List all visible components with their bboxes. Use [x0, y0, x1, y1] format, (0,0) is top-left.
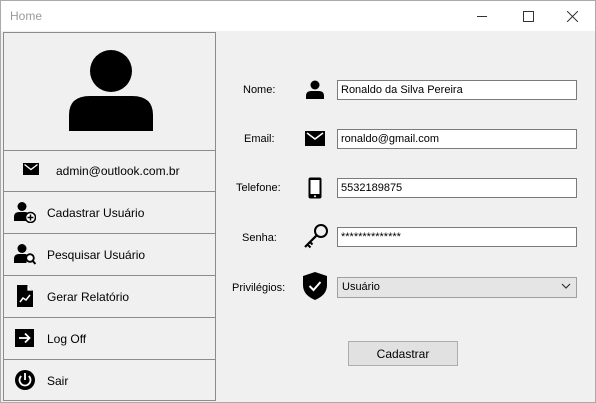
main-window: Home admin@outlook.com.br Cadastrar Usuá… [0, 0, 596, 403]
nav-pesquisar-usuario[interactable]: Pesquisar Usuário [4, 234, 215, 276]
window-title: Home [10, 9, 43, 23]
user-email: admin@outlook.com.br [56, 164, 180, 178]
nav-gerar-relatorio[interactable]: Gerar Relatório [4, 276, 215, 318]
add-user-icon [14, 202, 36, 223]
maximize-button[interactable] [505, 1, 551, 31]
search-user-icon [14, 244, 36, 265]
nav-label: Log Off [47, 332, 87, 346]
person-icon [306, 80, 324, 99]
minimize-button[interactable] [459, 1, 505, 31]
key-icon [304, 224, 328, 249]
nav-label: Pesquisar Usuário [47, 248, 146, 262]
nav-cadastrar-usuario[interactable]: Cadastrar Usuário [4, 192, 215, 234]
mail-icon [23, 163, 39, 175]
telefone-input[interactable] [337, 178, 577, 198]
nav-log-off[interactable]: Log Off [4, 318, 215, 360]
telefone-label: Telefone: [236, 182, 281, 194]
close-button[interactable] [549, 1, 595, 31]
close-icon [566, 10, 578, 22]
privilegios-label: Privilégios: [232, 282, 286, 294]
title-bar: Home [1, 1, 595, 31]
senha-label: Senha: [242, 232, 277, 244]
report-icon [17, 285, 33, 307]
privilegios-selected-value: Usuário [342, 281, 380, 293]
nome-input[interactable] [337, 80, 577, 100]
nav-sair[interactable]: Sair [4, 360, 215, 401]
nav-label: Sair [47, 374, 69, 388]
privilegios-select[interactable]: Usuário [337, 277, 577, 298]
logoff-icon [15, 329, 34, 347]
nome-label: Nome: [243, 84, 276, 96]
power-icon [15, 370, 35, 390]
email-label: Email: [244, 133, 275, 145]
nav-label: Gerar Relatório [47, 290, 130, 304]
avatar-panel [4, 33, 215, 151]
nav-label: Cadastrar Usuário [47, 206, 145, 220]
chevron-down-icon [561, 283, 571, 289]
user-avatar-icon [69, 50, 153, 131]
cadastrar-button[interactable]: Cadastrar [348, 341, 458, 366]
maximize-icon [522, 10, 534, 22]
phone-icon [308, 177, 322, 199]
mail-icon [305, 131, 325, 146]
sidebar: admin@outlook.com.br Cadastrar Usuário P… [3, 32, 216, 401]
minimize-icon [477, 16, 487, 17]
senha-input[interactable] [337, 227, 577, 247]
shield-check-icon [303, 272, 327, 300]
email-input[interactable] [337, 129, 577, 149]
user-email-row: admin@outlook.com.br [4, 151, 215, 192]
